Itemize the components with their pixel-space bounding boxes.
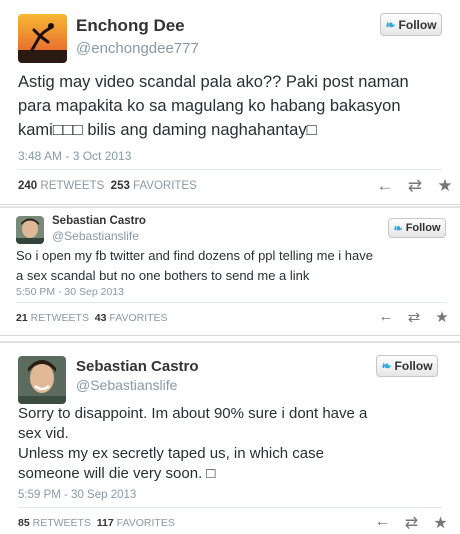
avatar[interactable] bbox=[18, 356, 66, 404]
tweet-text: Sorry to disappoint. Im about 90% sure i… bbox=[18, 404, 367, 484]
divider bbox=[16, 302, 446, 303]
tweet-actions: ← ⇄ ★ bbox=[372, 308, 456, 326]
favorite-label: FAVORITES bbox=[109, 312, 168, 324]
follow-button[interactable]: ❧ Follow bbox=[388, 218, 446, 238]
tweet-line: So i open my fb twitter and find dozens … bbox=[16, 248, 373, 263]
reply-icon[interactable]: ← bbox=[372, 308, 400, 326]
tweet-actions: ← ⇄ ★ bbox=[370, 176, 460, 196]
retweet-icon[interactable]: ⇄ bbox=[400, 176, 430, 196]
follow-button[interactable]: ❧ Follow bbox=[376, 355, 438, 377]
tweet-actions: ← ⇄ ★ bbox=[368, 513, 455, 533]
timestamp[interactable]: 5:59 PM - 30 Sep 2013 bbox=[18, 489, 136, 501]
retweet-count[interactable]: 21 bbox=[16, 312, 28, 324]
twitter-bird-icon: ❧ bbox=[393, 222, 403, 235]
reply-icon[interactable]: ← bbox=[368, 513, 397, 533]
user-handle[interactable]: @Sebastianslife bbox=[76, 377, 177, 393]
retweet-label: RETWEETS bbox=[30, 312, 89, 324]
favorite-count[interactable]: 43 bbox=[95, 312, 107, 324]
follow-button[interactable]: ❧ Follow bbox=[380, 13, 442, 36]
divider bbox=[18, 507, 442, 508]
twitter-bird-icon: ❧ bbox=[385, 17, 396, 32]
twitter-bird-icon: ❧ bbox=[381, 359, 392, 373]
tweet-line: a sex scandal but no one bothers to send… bbox=[16, 268, 310, 283]
favorite-icon[interactable]: ★ bbox=[426, 513, 455, 533]
tweet-line: sex vid. bbox=[18, 425, 69, 442]
follow-label: Follow bbox=[398, 17, 437, 32]
tweet-stats: 85 RETWEETS 117 FAVORITES bbox=[18, 517, 175, 529]
favorite-icon[interactable]: ★ bbox=[428, 308, 456, 326]
tweet-card: Sebastian Castro @Sebastianslife ❧ Follo… bbox=[0, 206, 460, 336]
tweet-line: Unless my ex secretly taped us, in which… bbox=[18, 445, 324, 462]
tweet-stats: 240 RETWEETS 253 FAVORITES bbox=[18, 180, 197, 192]
tweet-card: Sebastian Castro @Sebastianslife ❧ Follo… bbox=[0, 341, 460, 534]
reply-icon[interactable]: ← bbox=[370, 176, 400, 196]
retweet-count[interactable]: 240 bbox=[18, 180, 37, 192]
follow-label: Follow bbox=[405, 222, 441, 234]
user-handle[interactable]: @Sebastianslife bbox=[52, 229, 139, 243]
favorite-count[interactable]: 117 bbox=[97, 517, 114, 529]
divider bbox=[18, 169, 442, 170]
retweet-count[interactable]: 85 bbox=[18, 517, 30, 529]
user-name[interactable]: Enchong Dee bbox=[76, 16, 185, 36]
retweet-label: RETWEETS bbox=[40, 180, 105, 192]
tweet-stats: 21 RETWEETS 43 FAVORITES bbox=[16, 312, 168, 324]
tweet-card: Enchong Dee @enchongdee777 ❧ Follow Asti… bbox=[0, 0, 460, 205]
user-name[interactable]: Sebastian Castro bbox=[76, 358, 199, 375]
favorite-label: FAVORITES bbox=[116, 517, 175, 529]
avatar[interactable] bbox=[18, 14, 67, 63]
retweet-icon[interactable]: ⇄ bbox=[400, 308, 428, 326]
avatar[interactable] bbox=[16, 216, 44, 244]
favorite-count[interactable]: 253 bbox=[111, 180, 130, 192]
favorite-icon[interactable]: ★ bbox=[430, 176, 460, 196]
tweet-line: kami□□□ bilis ang daming naghahantay□ bbox=[18, 121, 317, 139]
tweet-text: Astig may video scandal pala ako?? Paki … bbox=[18, 70, 409, 142]
retweet-icon[interactable]: ⇄ bbox=[397, 513, 426, 533]
follow-label: Follow bbox=[394, 359, 433, 373]
favorite-label: FAVORITES bbox=[133, 180, 197, 192]
timestamp[interactable]: 5:50 PM - 30 Sep 2013 bbox=[16, 286, 124, 298]
tweet-line: para mapakita ko sa magulang ko habang b… bbox=[18, 97, 401, 115]
timestamp[interactable]: 3:48 AM - 3 Oct 2013 bbox=[18, 149, 131, 163]
user-name[interactable]: Sebastian Castro bbox=[52, 215, 146, 227]
tweet-line: Sorry to disappoint. Im about 90% sure i… bbox=[18, 405, 368, 422]
tweet-text: So i open my fb twitter and find dozens … bbox=[16, 246, 373, 286]
tweet-line: Astig may video scandal pala ako?? Paki … bbox=[18, 73, 409, 91]
tweet-line: someone will die very soon. □ bbox=[18, 465, 216, 482]
user-handle[interactable]: @enchongdee777 bbox=[76, 40, 199, 57]
retweet-label: RETWEETS bbox=[32, 517, 91, 529]
